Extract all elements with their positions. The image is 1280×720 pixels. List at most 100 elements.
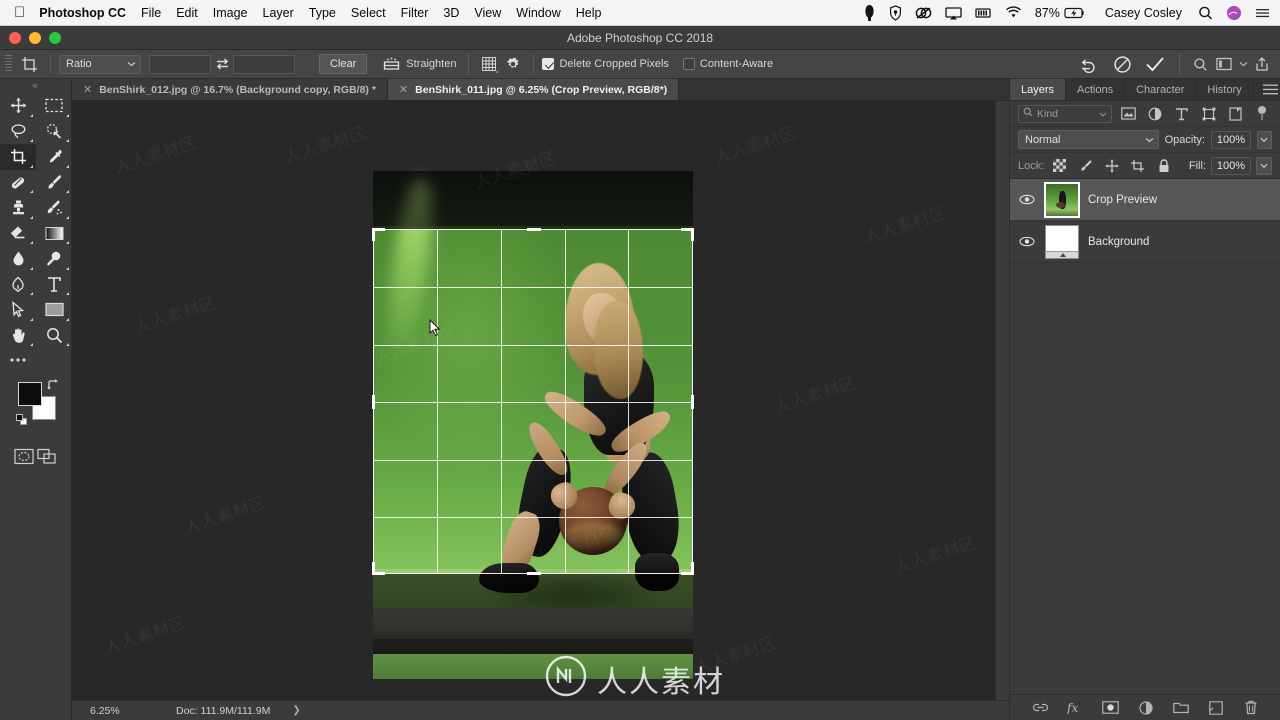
- blur-tool-icon[interactable]: [0, 246, 36, 272]
- crop-handle-bottom-center[interactable]: [527, 572, 541, 575]
- layer-row-crop-preview[interactable]: Crop Preview: [1010, 179, 1280, 221]
- menu-view[interactable]: View: [474, 6, 501, 20]
- menu-3d[interactable]: 3D: [443, 6, 459, 20]
- history-brush-tool-icon[interactable]: [36, 195, 72, 221]
- hamburger-menu-icon[interactable]: [1254, 79, 1280, 100]
- close-icon[interactable]: ✕: [399, 83, 408, 96]
- crop-overlay-grid-icon[interactable]: [477, 53, 501, 75]
- menu-edit[interactable]: Edit: [176, 6, 198, 20]
- type-tool-icon[interactable]: [36, 272, 72, 298]
- document-tab-2[interactable]: ✕ BenShirk_011.jpg @ 6.25% (Crop Preview…: [387, 79, 680, 100]
- move-tool-icon[interactable]: [0, 93, 36, 119]
- more-tools-icon[interactable]: [0, 348, 53, 372]
- menu-type[interactable]: Type: [309, 6, 336, 20]
- zoom-window-button[interactable]: [49, 31, 61, 44]
- menu-help[interactable]: Help: [576, 6, 602, 20]
- airplay-icon[interactable]: [945, 4, 962, 22]
- eye-icon[interactable]: [1018, 194, 1036, 205]
- tab-character[interactable]: Character: [1125, 79, 1197, 100]
- lock-transparent-pixels-icon[interactable]: [1049, 159, 1070, 172]
- siri-icon[interactable]: [1226, 4, 1242, 22]
- crop-handle-top-center[interactable]: [527, 228, 541, 231]
- quick-selection-tool-icon[interactable]: [36, 119, 72, 145]
- lasso-tool-icon[interactable]: [0, 119, 36, 145]
- search-icon[interactable]: [1198, 4, 1213, 22]
- close-icon[interactable]: ✕: [83, 83, 92, 96]
- crop-selection-box[interactable]: [372, 228, 694, 575]
- crop-handle-middle-left[interactable]: [372, 395, 375, 409]
- active-app-name[interactable]: Photoshop CC: [39, 6, 126, 20]
- blend-mode-select[interactable]: Normal: [1018, 130, 1159, 149]
- quick-mask-icon[interactable]: [14, 448, 34, 470]
- hand-tool-icon[interactable]: [0, 323, 36, 349]
- workspace-icon[interactable]: [1212, 53, 1236, 75]
- cancel-circle-icon[interactable]: [1110, 53, 1134, 75]
- lock-all-icon[interactable]: [1153, 158, 1174, 173]
- layer-row-background[interactable]: Background: [1010, 221, 1280, 263]
- panel-grip-icon[interactable]: «: [0, 79, 71, 91]
- menu-image[interactable]: Image: [213, 6, 248, 20]
- gear-icon[interactable]: [501, 53, 525, 75]
- crop-tool-icon[interactable]: [0, 144, 36, 170]
- chevron-right-icon[interactable]: ❯: [292, 705, 300, 716]
- lock-image-pixels-icon[interactable]: [1075, 159, 1096, 173]
- lock-position-icon[interactable]: [1101, 159, 1122, 173]
- dodge-tool-icon[interactable]: [36, 246, 72, 272]
- document-tab-1[interactable]: ✕ BenShirk_012.jpg @ 16.7% (Background c…: [72, 79, 388, 100]
- zoom-tool-icon[interactable]: [36, 323, 72, 349]
- crop-handle-middle-right[interactable]: [691, 395, 694, 409]
- checkmark-icon[interactable]: [1143, 53, 1167, 75]
- new-group-icon[interactable]: [1172, 701, 1190, 714]
- eye-icon[interactable]: [1018, 236, 1036, 247]
- foreground-color-swatch[interactable]: [18, 382, 42, 406]
- close-window-button[interactable]: [9, 31, 21, 44]
- control-center-list-icon[interactable]: [1255, 4, 1270, 22]
- canvas-vertical-scrollbar[interactable]: [995, 101, 1009, 700]
- menu-filter[interactable]: Filter: [401, 6, 429, 20]
- menu-window[interactable]: Window: [516, 6, 560, 20]
- delete-cropped-pixels-checkbox[interactable]: Delete Cropped Pixels: [542, 58, 669, 70]
- swap-colors-icon[interactable]: [46, 378, 60, 397]
- menu-layer[interactable]: Layer: [263, 6, 294, 20]
- reset-arrow-icon[interactable]: [1077, 53, 1101, 75]
- new-adjustment-layer-icon[interactable]: [1137, 700, 1155, 715]
- healing-brush-tool-icon[interactable]: [0, 170, 36, 196]
- menu-file[interactable]: File: [141, 6, 161, 20]
- adobe-cc-icon[interactable]: [915, 4, 932, 22]
- layer-name-background[interactable]: Background: [1088, 236, 1149, 248]
- link-layers-icon[interactable]: [1032, 702, 1050, 713]
- rectangular-marquee-tool-icon[interactable]: [36, 93, 72, 119]
- share-icon[interactable]: [1250, 53, 1274, 75]
- straighten-label[interactable]: Straighten: [406, 58, 456, 70]
- fill-stepper[interactable]: [1256, 156, 1272, 175]
- crop-width-input[interactable]: [149, 54, 211, 74]
- tab-history[interactable]: History: [1196, 79, 1254, 100]
- straighten-icon[interactable]: [379, 53, 403, 75]
- crop-tool-icon[interactable]: [16, 53, 42, 75]
- crop-height-input[interactable]: [233, 54, 295, 74]
- gradient-tool-icon[interactable]: [36, 221, 72, 247]
- wifi-icon[interactable]: [1005, 4, 1022, 22]
- adjustment-layer-filter-icon[interactable]: [1145, 107, 1166, 121]
- tab-layers[interactable]: Layers: [1010, 79, 1067, 100]
- crop-handle-bottom-left[interactable]: [372, 562, 385, 575]
- fill-value[interactable]: 100%: [1211, 156, 1251, 175]
- layer-style-fx-icon[interactable]: fx: [1067, 701, 1085, 715]
- layer-name-crop-preview[interactable]: Crop Preview: [1088, 194, 1157, 206]
- apple-logo-icon[interactable]: : [14, 5, 25, 20]
- layer-thumbnail-background[interactable]: [1045, 224, 1079, 259]
- chevron-down-icon[interactable]: [1236, 53, 1250, 75]
- clear-crop-button[interactable]: Clear: [319, 54, 368, 74]
- crop-handle-top-left[interactable]: [372, 228, 385, 241]
- smart-object-filter-icon[interactable]: [1225, 106, 1246, 121]
- swap-arrows-icon[interactable]: [211, 57, 233, 71]
- path-selection-tool-icon[interactable]: [0, 297, 36, 323]
- canvas-viewport[interactable]: 人人素材区 人人素材区 人人素材区 人人素材区 人人素材区 人人素材区 人人素材…: [72, 101, 995, 700]
- tab-actions[interactable]: Actions: [1066, 79, 1126, 100]
- opacity-value[interactable]: 100%: [1210, 130, 1251, 149]
- crop-ratio-select[interactable]: Ratio: [59, 54, 141, 74]
- layer-thumbnail-crop-preview[interactable]: [1044, 181, 1080, 218]
- eyedropper-tool-icon[interactable]: [36, 144, 72, 170]
- content-aware-checkbox[interactable]: Content-Aware: [682, 58, 773, 70]
- layer-filter-kind-select[interactable]: Kind: [1018, 104, 1113, 123]
